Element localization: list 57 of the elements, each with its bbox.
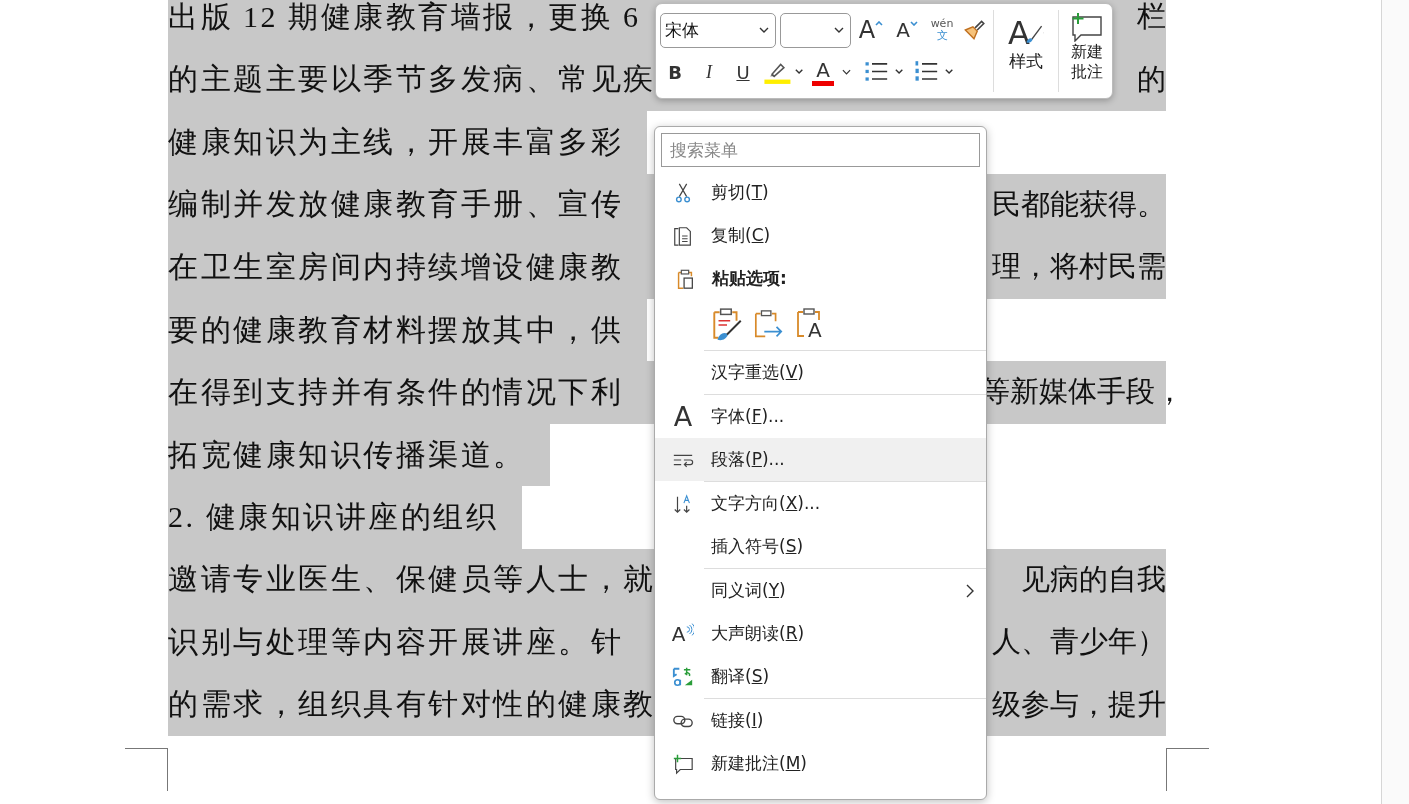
- search-field[interactable]: 搜索菜单: [661, 133, 980, 167]
- crop-mark: [1166, 748, 1209, 791]
- menu-item[interactable]: A 字体(F)...: [655, 395, 986, 438]
- font-icon: A: [673, 402, 693, 431]
- menu-item[interactable]: 汉字重选(V): [655, 351, 986, 394]
- document-text: 出版 12 期健康教育墙报，更换 6: [168, 0, 641, 35]
- document-text: 见病的自我: [1021, 561, 1166, 597]
- menu-item[interactable]: 翻译(S): [655, 655, 986, 698]
- copy-icon: [672, 224, 694, 247]
- new-comment-icon: [672, 752, 694, 775]
- scrollbar[interactable]: [1381, 0, 1409, 804]
- document-text: 级参与，提升: [992, 686, 1166, 722]
- bold-button[interactable]: B: [660, 57, 690, 87]
- shrink-font-button[interactable]: A: [891, 13, 923, 47]
- underline-button[interactable]: U: [728, 57, 758, 87]
- phonetic-guide-button[interactable]: wén 文: [927, 18, 957, 42]
- menu-item[interactable]: 段落(P)...: [655, 438, 986, 481]
- translate-icon: [672, 665, 694, 688]
- document-text: 要的健康教育材料摆放其中，供: [168, 298, 647, 361]
- caret-icon: [834, 27, 844, 33]
- menu-item[interactable]: 文字方向(X)...: [655, 482, 986, 525]
- document-text: 的需求，组织具有针对性的健康教: [168, 686, 656, 723]
- document-text: 在卫生室房间内持续增设健康教: [168, 248, 623, 285]
- menu-item[interactable]: 插入符号(S): [655, 525, 986, 568]
- italic-button[interactable]: I: [694, 57, 724, 87]
- menu-item[interactable]: 复制(C): [655, 214, 986, 257]
- document-text: 民都能获得。: [992, 186, 1166, 222]
- grow-font-button[interactable]: A: [855, 13, 887, 47]
- font-dropdown[interactable]: 宋体: [660, 12, 776, 48]
- menu-item[interactable]: 链接(I): [655, 699, 986, 742]
- document-text: 的主题主要以季节多发病、常见疾: [168, 61, 656, 98]
- menu-header: 粘贴选项:: [712, 267, 787, 290]
- paste-keep-format-icon[interactable]: [711, 307, 743, 343]
- document-text: 识别与处理等内容开展讲座。针: [168, 623, 623, 660]
- caret-icon: [759, 27, 769, 33]
- styles-button[interactable]: A 样式: [999, 10, 1053, 92]
- new-comment-button[interactable]: 新建 批注: [1065, 10, 1108, 92]
- up-caret-icon: [875, 20, 884, 26]
- document-text: 的: [1137, 61, 1166, 97]
- document-text: 栏: [1137, 0, 1166, 35]
- font-color-button[interactable]: A: [812, 58, 858, 86]
- document-text: 在得到支持并有条件的情况下利: [168, 373, 623, 410]
- down-caret-icon: [909, 20, 918, 26]
- document-text: 理，将村民需: [992, 249, 1166, 285]
- menu-item[interactable]: 新建批注(M): [655, 742, 986, 785]
- document-text: 拓宽健康知识传播渠道。: [168, 423, 550, 486]
- menu-item[interactable]: 同义词(Y): [655, 569, 986, 612]
- menu-item[interactable]: 剪切(T): [655, 171, 986, 214]
- document-text: 健康知识为主线，开展丰富多彩: [168, 111, 647, 174]
- document-text: 2. 健康知识讲座的组织: [168, 486, 522, 549]
- caret-icon: [842, 69, 851, 75]
- document-text: 编制并发放健康教育手册、宣传: [168, 186, 623, 223]
- document-text: 人、青少年）: [992, 624, 1166, 660]
- crop-mark: [125, 748, 168, 791]
- document-text: 邀请专业医生、保健员等人士，就: [168, 561, 656, 598]
- menu-item[interactable]: A 大声朗读(R): [655, 612, 986, 655]
- font-size-dropdown[interactable]: [780, 12, 851, 48]
